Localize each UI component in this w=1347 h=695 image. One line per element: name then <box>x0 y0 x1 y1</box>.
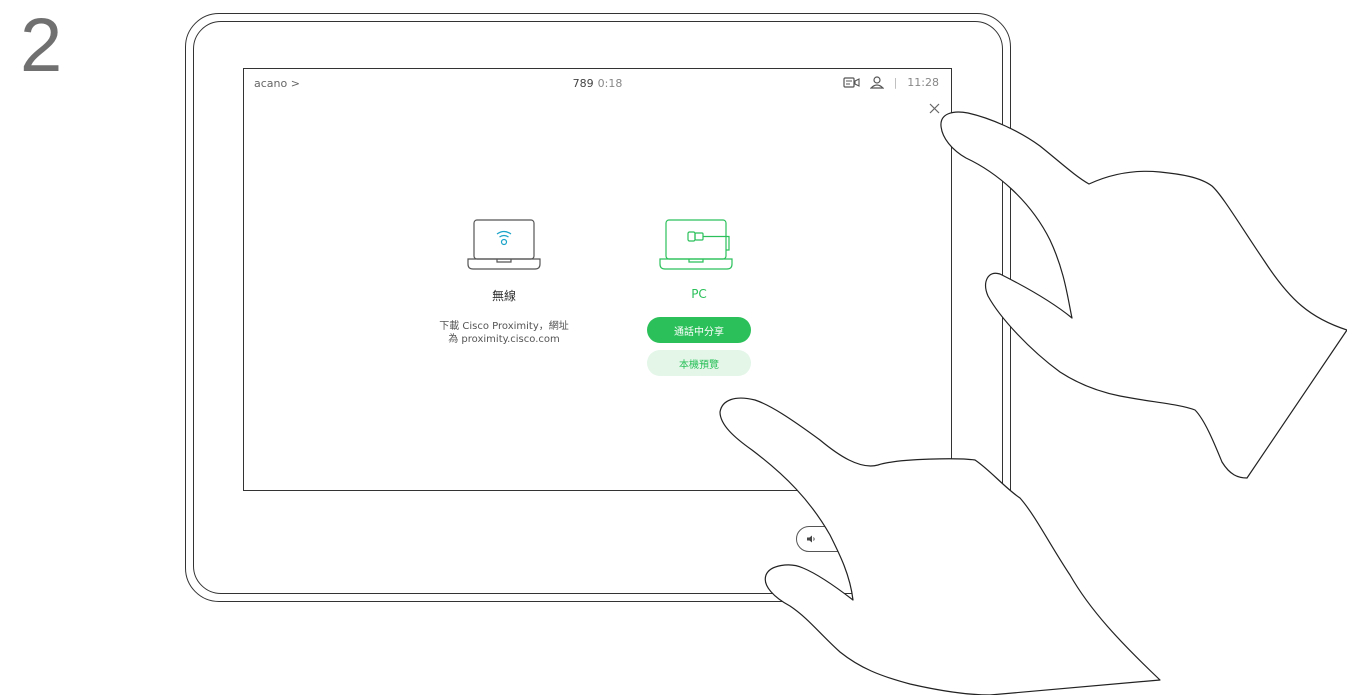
touch-screen: acano > 789 0:18 | 11:28 無線 下載 Cisco Pro… <box>243 68 952 491</box>
cable-laptop-icon <box>659 219 733 270</box>
pc-title: PC <box>691 287 707 301</box>
top-right-status: | 11:28 <box>842 76 939 89</box>
call-number: 789 <box>572 77 594 90</box>
pc-option: PC 通話中分享 本機預覽 <box>599 219 799 376</box>
share-in-call-button[interactable]: 通話中分享 <box>647 317 751 343</box>
wireless-desc-line2: 為 proximity.cisco.com <box>448 334 560 345</box>
close-icon <box>929 103 939 113</box>
call-duration: 0:18 <box>597 77 623 90</box>
wireless-description: 下載 Cisco Proximity，網址 為 proximity.cisco.… <box>394 320 614 346</box>
close-button[interactable] <box>925 99 943 117</box>
wireless-option[interactable]: 無線 下載 Cisco Proximity，網址 為 proximity.cis… <box>394 219 614 346</box>
presentation-icon[interactable] <box>842 76 860 89</box>
status-separator: | <box>893 76 898 89</box>
step-number: 2 <box>20 3 63 88</box>
call-status-bar: acano > 789 0:18 | 11:28 <box>244 69 951 97</box>
local-preview-button[interactable]: 本機預覽 <box>647 350 751 376</box>
speaker-icon <box>807 535 815 543</box>
wireless-title: 無線 <box>491 289 516 303</box>
clock: 11:28 <box>907 76 939 89</box>
volume-button[interactable] <box>796 526 868 552</box>
user-icon[interactable] <box>869 76 884 89</box>
wifi-laptop-icon <box>467 219 541 270</box>
wireless-desc-line1: 下載 Cisco Proximity，網址 <box>439 321 569 332</box>
